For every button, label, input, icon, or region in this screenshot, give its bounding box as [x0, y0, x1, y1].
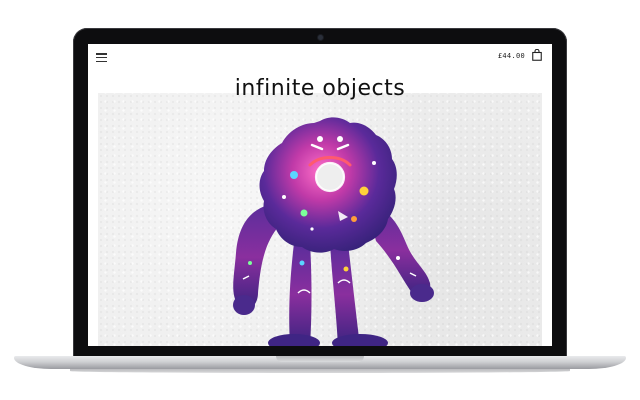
laptop-lid-notch: [276, 356, 364, 362]
laptop-mockup: £44.00 infinite objects: [0, 0, 640, 400]
plush-donut-creature-illustration: [233, 117, 434, 346]
webcam: [318, 35, 323, 40]
shopping-bag-icon[interactable]: [532, 49, 542, 61]
cart-total[interactable]: £44.00: [498, 52, 525, 60]
site-logo[interactable]: infinite objects: [88, 76, 552, 101]
hamburger-menu-icon[interactable]: [96, 53, 107, 62]
laptop-base-shadow: [70, 369, 570, 373]
hero-image: [98, 93, 542, 346]
laptop-screen: £44.00 infinite objects: [88, 44, 552, 346]
